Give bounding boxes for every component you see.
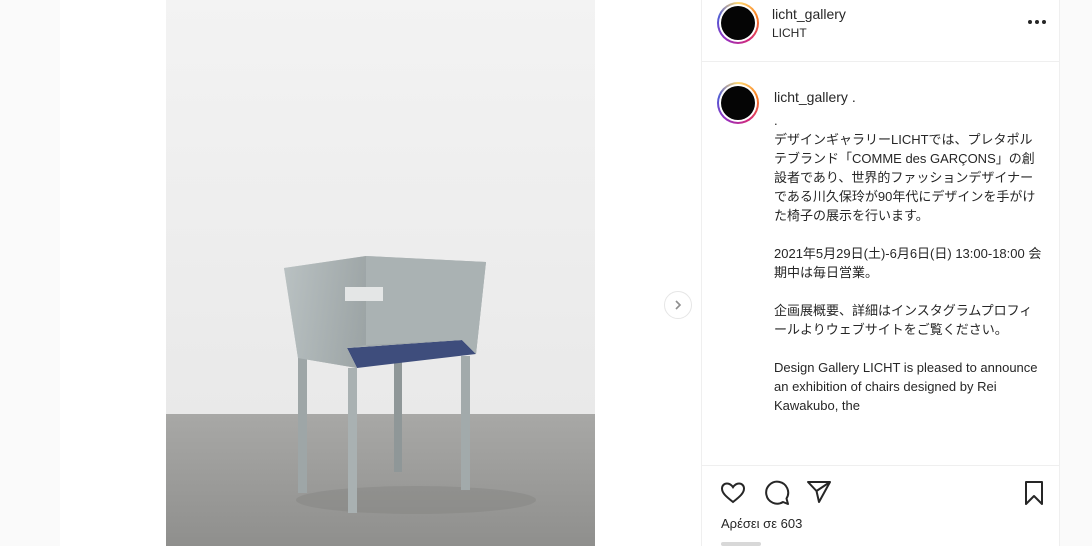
- comment-avatar[interactable]: [717, 82, 759, 124]
- timestamp-fragment: [721, 542, 761, 546]
- chevron-right-icon: [675, 300, 682, 310]
- save-button[interactable]: [1019, 478, 1049, 508]
- comment-username-link[interactable]: licht_gallery .: [774, 89, 856, 105]
- comment-button[interactable]: [762, 478, 792, 508]
- heart-icon: [720, 482, 746, 504]
- likes-count[interactable]: Αρέσει σε 603: [721, 516, 802, 531]
- like-button[interactable]: [718, 478, 748, 508]
- share-button[interactable]: [804, 477, 834, 507]
- post-caption: . デザインギャラリーLICHTでは、プレタポルテブランド「COMME des …: [774, 113, 1042, 413]
- next-media-button[interactable]: [664, 291, 692, 319]
- location-link[interactable]: LICHT: [772, 26, 807, 40]
- chair-photo-illustration: [166, 0, 595, 546]
- post-side-panel: licht_gallery LICHT licht_gallery . . デザ…: [701, 0, 1060, 546]
- more-options-icon[interactable]: [1027, 14, 1047, 30]
- post-photo[interactable]: [166, 0, 595, 546]
- bookmark-icon: [1025, 481, 1043, 505]
- comment-icon: [765, 480, 790, 505]
- post-actions-bar: Αρέσει σε 603: [702, 465, 1059, 546]
- paper-plane-icon: [807, 481, 831, 503]
- header-username-link[interactable]: licht_gallery: [772, 6, 846, 22]
- comments-section[interactable]: licht_gallery . . デザインギャラリーLICHTでは、プレタポル…: [702, 63, 1059, 465]
- avatar[interactable]: [717, 2, 759, 44]
- post-header: licht_gallery LICHT: [702, 0, 1059, 62]
- post-media-panel: [60, 0, 701, 546]
